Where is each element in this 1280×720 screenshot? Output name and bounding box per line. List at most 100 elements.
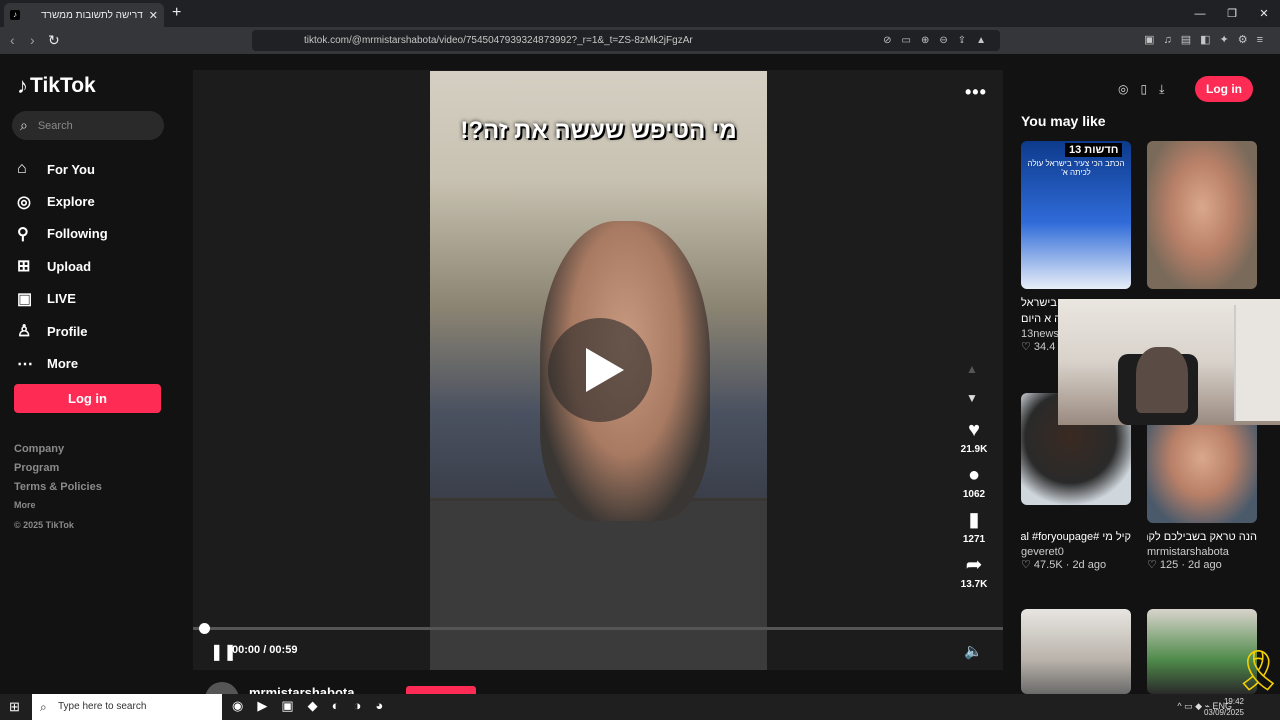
recommendation-author[interactable]: geveret0 [1021, 546, 1131, 558]
heart-icon: ♡ [1021, 341, 1034, 353]
share-action[interactable]: ➦ 13.7K [953, 553, 995, 590]
sidebar-item-label: More [47, 356, 79, 372]
progress-knob[interactable] [199, 623, 210, 634]
like-action[interactable]: ♥ 21.9K [953, 418, 995, 455]
sidebar-nav: ⌂ For You ◎ Explore ⚲ Following ⊞ Upload ▣ LI… [17, 153, 108, 380]
tv-icon: ▣ [17, 290, 33, 308]
new-tab-button[interactable]: + [172, 4, 181, 22]
recommendation-desc: הנה טראק בשבילכם לקראת שנת הלימודים! [1147, 531, 1257, 543]
footer-terms-link[interactable]: Terms & Policies [14, 481, 102, 493]
yellow-ribbon-icon: 🎗 [1233, 649, 1280, 693]
browser-tab[interactable]: ♪ דרישה לתשובות ממשרד החינוך ✕ [4, 3, 164, 27]
sidebar-item-label: Profile [47, 323, 88, 339]
heart-icon: ♥ [968, 419, 980, 441]
share-icon: ➦ [965, 554, 983, 576]
sidebar-item-label: Explore [47, 194, 95, 210]
restore-button[interactable]: ❐ [1216, 7, 1248, 20]
tab-close-icon[interactable]: ✕ [149, 9, 158, 22]
recommendation-thumbnail[interactable] [1021, 609, 1131, 694]
login-button[interactable]: Log in [14, 384, 161, 413]
video-player[interactable]: מי הטיפש שעשה את זה?! ••• ▲ ▼ ♥ 21.9K ● 10… [193, 70, 1003, 670]
news-subtitle: הכתב הכי צעיר בישראל עולה לכיתה א' [1027, 159, 1125, 177]
recommendation-stats: ♡ 125 · 2d ago [1147, 559, 1222, 571]
footer-more-link[interactable]: More [14, 500, 102, 510]
clock-time: 19:42 [1223, 697, 1244, 706]
video-caption: מי הטיפש שעשה את זה?! [460, 117, 737, 144]
bookmark-icon: ▮ [968, 509, 980, 531]
address-row: ‹ › ↻ ☐ tiktok.com/@mrmistarshabota/vide… [0, 27, 1280, 54]
recommendation-thumbnail[interactable] [1147, 141, 1257, 289]
recommendation-stats: ♡ 47.5K · 2d ago [1021, 559, 1107, 571]
footer-program-link[interactable]: Program [14, 462, 102, 474]
user-icon: ♙ [17, 323, 32, 341]
sidebar-item-label: For You [47, 161, 95, 177]
recommendation-author[interactable]: mrmistarshabota [1147, 546, 1257, 558]
sidebar-item-profile[interactable]: ♙ Profile [17, 315, 108, 347]
home-icon: ⌂ [17, 160, 27, 178]
window-controls: — ❐ ✕ [1184, 0, 1280, 27]
taskbar-app-icons[interactable]: ◉▶▣◆◐◑◕ [232, 698, 397, 714]
back-arrow-icon[interactable]: ‹ [10, 32, 15, 48]
taskbar-search[interactable]: ⌕ Type here to search [32, 694, 222, 720]
clock-date: 03/09/2025 [1203, 708, 1244, 717]
sidebar-item-label: Upload [47, 258, 92, 274]
top-right-icons[interactable]: ◎▯⤓ [1118, 82, 1176, 97]
tiktok-logo[interactable]: ♪ TikTok [17, 73, 96, 99]
heart-icon: ♡ [1147, 559, 1160, 571]
recommendation-card[interactable] [1021, 609, 1131, 694]
minimize-button[interactable]: — [1184, 8, 1216, 20]
play-icon [586, 348, 624, 392]
recommendation-desc: קיל מי #foryou #fypシ viral #foryoupage..… [1021, 531, 1131, 543]
dots-icon: ⋯ [17, 355, 33, 373]
sidebar-item-following[interactable]: ⚲ Following [17, 218, 108, 250]
sidebar-footer: Company Program Terms & Policies More © … [14, 443, 102, 537]
tab-title: דרישה לתשובות ממשרד החינוך [38, 9, 143, 21]
sidebar-item-for-you[interactable]: ⌂ For You [17, 153, 108, 185]
webcam-shelf [1234, 305, 1280, 421]
webcam-person [1136, 347, 1188, 413]
video-shirt-area [430, 501, 767, 670]
volume-icon[interactable]: 🔈 [964, 642, 983, 660]
share-count: 13.7K [960, 579, 988, 590]
close-window-button[interactable]: ✕ [1248, 7, 1280, 20]
sidebar-item-label: Following [47, 226, 108, 242]
sidebar-item-upload[interactable]: ⊞ Upload [17, 250, 108, 282]
recommendation-thumbnail[interactable]: חדשות 13 הכתב הכי צעיר בישראל עולה לכיתה… [1021, 141, 1131, 289]
tiktok-note-icon: ♪ [17, 73, 28, 98]
extension-icons[interactable]: ▣♫▤◧✦⚙≡ [1144, 33, 1272, 46]
sidebar-item-label: LIVE [47, 291, 76, 307]
search-input[interactable]: ⌕ Search [12, 111, 164, 140]
comment-icon: ● [967, 464, 981, 486]
author-strip: mrmistarshabota [193, 678, 1003, 716]
more-options-icon[interactable]: ••• [965, 82, 987, 103]
footer-company-link[interactable]: Company [14, 443, 102, 455]
save-action[interactable]: ▮ 1271 [953, 508, 995, 545]
heart-icon: ♡ [1021, 559, 1034, 571]
sidebar-item-explore[interactable]: ◎ Explore [17, 185, 108, 217]
reload-icon[interactable]: ↻ [48, 32, 60, 49]
taskbar-clock[interactable]: 19:42 03/09/2025 [1204, 696, 1244, 718]
sidebar: ♪ TikTok ⌕ Search ⌂ For You ◎ Explore ⚲ Fol… [0, 54, 180, 694]
previous-video-icon[interactable]: ▲ [966, 362, 978, 376]
progress-bar[interactable] [193, 627, 1003, 630]
webcam-overlay [1058, 299, 1280, 425]
sidebar-item-more[interactable]: ⋯ More [17, 347, 108, 379]
windows-start-icon[interactable]: ⊞ [9, 699, 20, 715]
next-video-icon[interactable]: ▼ [966, 391, 978, 405]
forward-arrow-icon[interactable]: › [30, 32, 35, 48]
plus-square-icon: ⊞ [17, 258, 31, 276]
comment-action[interactable]: ● 1062 [953, 463, 995, 500]
recommendation-card[interactable] [1147, 141, 1257, 289]
browser-tabbar: ♪ דרישה לתשובות ממשרד החינוך ✕ + — ❐ ✕ [0, 0, 1280, 27]
sidebar-item-live[interactable]: ▣ LIVE [17, 283, 108, 315]
url-bar[interactable]: tiktok.com/@mrmistarshabota/video/754504… [252, 30, 1000, 51]
save-count: 1271 [962, 534, 986, 545]
you-may-like-heading: You may like [1021, 113, 1106, 129]
video-time: 00:00 / 00:59 [232, 644, 298, 656]
url-action-icons[interactable]: ⊘▭⊕⊖⇪▲ [883, 30, 996, 51]
action-bar: ♥ 21.9K ● 1062 ▮ 1271 ➦ 13.7K [953, 418, 995, 598]
news-channel-label: חדשות 13 [1065, 143, 1123, 157]
play-button[interactable] [548, 318, 652, 422]
header-login-button[interactable]: Log in [1195, 76, 1253, 102]
like-count: 21.9K [960, 444, 988, 455]
